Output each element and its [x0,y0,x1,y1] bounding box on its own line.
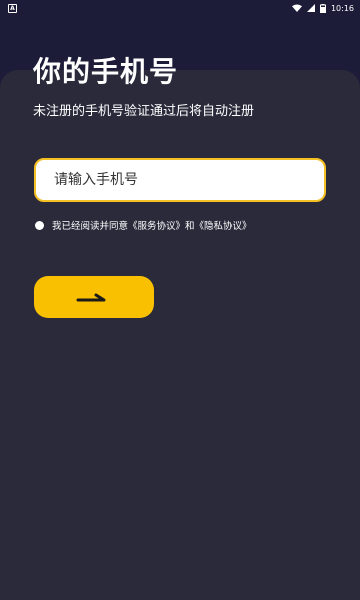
notification-a-icon: A [8,3,17,13]
privacy-agreement-link[interactable]: 《隐私协议》 [195,218,252,232]
battery-icon [319,3,326,13]
status-bar: A 10:16 [0,0,360,16]
agreement-row: 我已经阅读并同意 《服务协议》 和 《隐私协议》 [35,218,252,232]
login-card [0,70,360,600]
status-right: 10:16 [291,3,354,13]
arrow-right-icon [76,293,106,302]
agreement-radio[interactable] [35,220,44,230]
status-time: 10:16 [330,3,354,13]
agreement-prefix: 我已经阅读并同意 [52,221,129,232]
phone-input-container[interactable] [34,158,326,202]
page-subtitle: 未注册的手机号验证通过后将自动注册 [33,104,255,119]
service-agreement-link[interactable]: 《服务协议》 [128,218,185,232]
status-left: A [8,3,17,13]
phone-input[interactable] [52,171,324,189]
agreement-and: 和 [185,221,195,232]
wifi-icon [291,4,302,12]
next-button[interactable] [34,276,154,318]
signal-icon [306,4,315,12]
login-screen: A 10:16 你的手机号 未注册的手机号验证通过后将自动注册 我已经阅读并同意… [0,0,360,600]
page-title: 你的手机号 [33,55,179,88]
